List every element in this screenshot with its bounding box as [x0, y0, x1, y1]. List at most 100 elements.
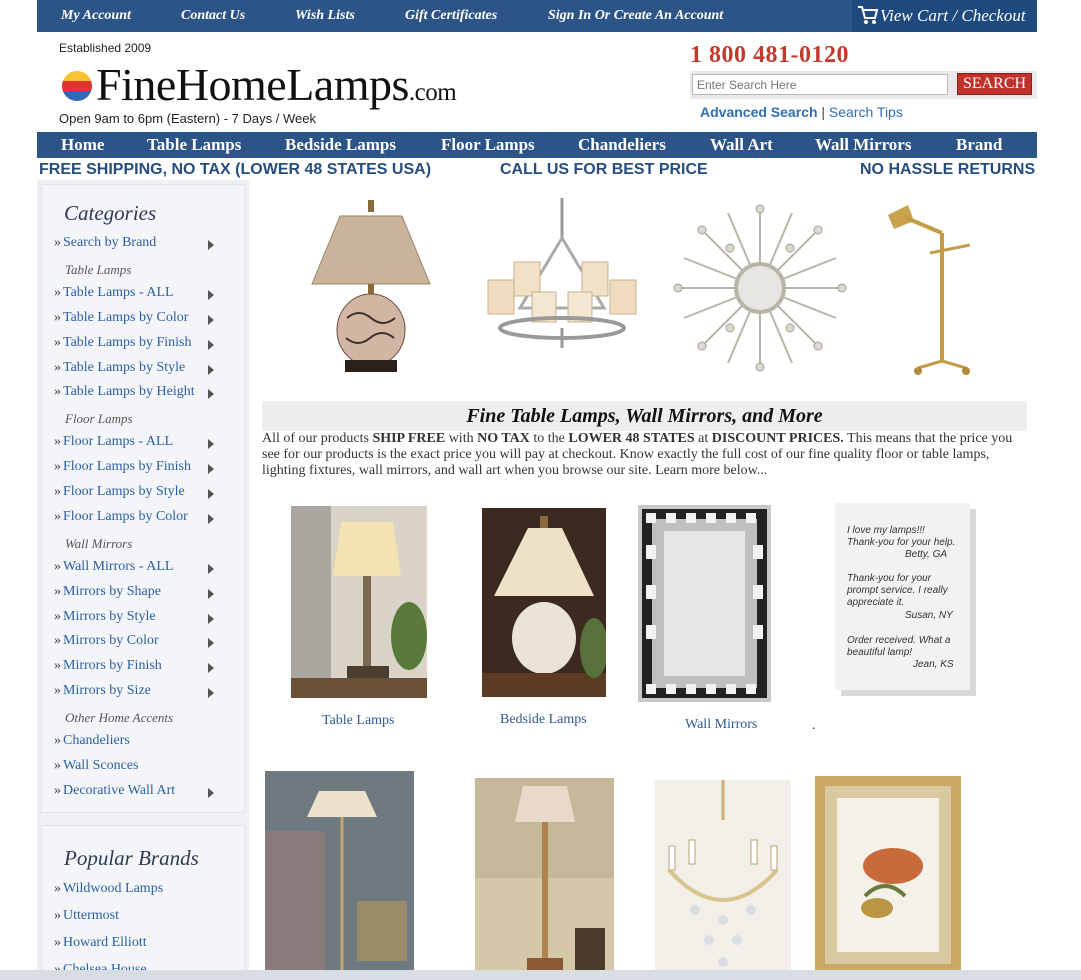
- logo-ball-icon[interactable]: [62, 71, 92, 101]
- category-link[interactable]: » Table Lamps by Height: [54, 384, 195, 400]
- wall-mirrors-image[interactable]: [638, 505, 771, 702]
- category-link[interactable]: » Wall Mirrors - ALL: [54, 559, 173, 575]
- double-arrow-icon: »: [54, 459, 61, 475]
- double-arrow-icon: »: [54, 508, 61, 524]
- category-link[interactable]: » Table Lamps by Style: [54, 360, 185, 376]
- category-link[interactable]: » Table Lamps - ALL: [54, 285, 174, 301]
- brand-link[interactable]: » Howard Elliott: [54, 935, 147, 951]
- chandelier-product-image[interactable]: [655, 780, 791, 980]
- logo-main: FineHomeLamps: [96, 59, 409, 110]
- category-link-label: Mirrors by Size: [63, 683, 151, 699]
- category-link-label: Decorative Wall Art: [63, 782, 176, 798]
- welcome-bar: Fine Table Lamps, Wall Mirrors, and More: [262, 401, 1027, 431]
- nav-home[interactable]: Home: [61, 135, 104, 155]
- category-link[interactable]: » Decorative Wall Art: [54, 783, 175, 799]
- expand-arrow-icon[interactable]: [208, 663, 214, 674]
- nav-brand[interactable]: Brand: [956, 135, 1002, 155]
- expand-arrow-icon[interactable]: [208, 489, 214, 499]
- hero-sunburst-mirror-image[interactable]: [670, 203, 850, 373]
- category-link-label: Table Lamps by Height: [63, 384, 195, 400]
- category-link[interactable]: » Floor Lamps by Style: [54, 484, 185, 500]
- category-link[interactable]: » Search by Brand: [54, 235, 156, 251]
- expand-arrow-icon[interactable]: [208, 613, 214, 624]
- view-cart-button[interactable]: View Cart / Checkout: [852, 0, 1037, 32]
- nav-table-lamps[interactable]: Table Lamps: [147, 135, 241, 155]
- brand-link-label: Howard Elliott: [63, 935, 147, 950]
- expand-arrow-icon[interactable]: [208, 389, 214, 400]
- page-bottom-edge: [0, 970, 1081, 980]
- search-input[interactable]: [692, 74, 948, 95]
- wall-mirrors-link[interactable]: Wall Mirrors: [685, 717, 757, 733]
- wall-art-product-image[interactable]: [815, 776, 961, 974]
- expand-arrow-icon[interactable]: [208, 364, 214, 375]
- expand-arrow-icon[interactable]: [208, 464, 214, 475]
- bedside-lamps-image[interactable]: [482, 508, 606, 697]
- category-link[interactable]: » Mirrors by Color: [54, 633, 159, 649]
- expand-arrow-icon[interactable]: [208, 339, 214, 350]
- category-link[interactable]: » Wall Sconces: [54, 758, 138, 774]
- category-link[interactable]: » Mirrors by Finish: [54, 658, 162, 674]
- bedside-lamps-link[interactable]: Bedside Lamps: [500, 712, 587, 728]
- nav-chandeliers[interactable]: Chandeliers: [578, 135, 666, 155]
- double-arrow-icon: »: [54, 359, 61, 375]
- category-link[interactable]: » Chandeliers: [54, 733, 130, 749]
- category-link[interactable]: » Table Lamps by Color: [54, 310, 188, 326]
- category-link-label: Floor Lamps by Finish: [63, 459, 191, 475]
- double-arrow-icon: »: [54, 583, 61, 599]
- expand-arrow-icon[interactable]: [208, 314, 214, 325]
- sign-in-link[interactable]: Sign In Or Create An Account: [548, 8, 723, 24]
- expand-arrow-icon[interactable]: [208, 289, 214, 300]
- expand-arrow-icon[interactable]: [208, 439, 214, 450]
- separator: |: [821, 104, 826, 120]
- buffet-lamp-product-image[interactable]: [475, 778, 614, 980]
- intro-text: to the: [529, 431, 569, 446]
- main-nav: Home Table Lamps Bedside Lamps Floor Lam…: [37, 132, 1037, 158]
- expand-arrow-icon[interactable]: [208, 787, 214, 798]
- category-link[interactable]: » Table Lamps by Finish: [54, 335, 192, 351]
- nav-wall-mirrors[interactable]: Wall Mirrors: [815, 135, 911, 155]
- testimonial-author: Jean, KS: [913, 659, 954, 670]
- double-arrow-icon: »: [54, 334, 61, 350]
- category-link[interactable]: » Floor Lamps by Color: [54, 509, 188, 525]
- expand-arrow-icon[interactable]: [208, 688, 214, 699]
- category-link[interactable]: » Floor Lamps by Finish: [54, 459, 191, 475]
- expand-arrow-icon[interactable]: [208, 588, 214, 599]
- category-link-label: Table Lamps by Style: [63, 359, 186, 375]
- contact-us-link[interactable]: Contact Us: [181, 8, 245, 24]
- double-arrow-icon: »: [54, 683, 61, 699]
- table-lamps-link[interactable]: Table Lamps: [322, 713, 395, 729]
- brand-link[interactable]: » Uttermost: [54, 908, 119, 924]
- my-account-link[interactable]: My Account: [61, 8, 131, 24]
- hero-chandelier-image[interactable]: [480, 198, 645, 350]
- promo-call-us: CALL US FOR BEST PRICE: [500, 161, 708, 178]
- category-link-label: Mirrors by Finish: [63, 658, 162, 674]
- expand-arrow-icon[interactable]: [208, 240, 214, 250]
- gift-certificates-link[interactable]: Gift Certificates: [405, 8, 497, 24]
- category-link[interactable]: » Mirrors by Style: [54, 609, 156, 625]
- expand-arrow-icon[interactable]: [208, 513, 214, 524]
- nav-wall-art[interactable]: Wall Art: [710, 135, 773, 155]
- category-heading: Other Home Accents: [65, 710, 174, 726]
- wish-lists-link[interactable]: Wish Lists: [295, 8, 355, 24]
- expand-arrow-icon[interactable]: [208, 563, 214, 574]
- intro-emphasis: DISCOUNT PRICES.: [711, 431, 844, 446]
- site-logo[interactable]: FineHomeLamps.com: [96, 58, 457, 111]
- expand-arrow-icon[interactable]: [208, 638, 214, 649]
- category-link[interactable]: » Mirrors by Size: [54, 683, 151, 699]
- hero-floor-lamp-image[interactable]: [880, 203, 975, 378]
- category-link[interactable]: » Floor Lamps - ALL: [54, 434, 173, 450]
- table-lamps-image[interactable]: [291, 506, 427, 698]
- double-arrow-icon: »: [54, 658, 61, 674]
- hero-table-lamp-image[interactable]: [310, 198, 435, 378]
- search-links: Advanced Search | Search Tips: [700, 104, 903, 120]
- category-heading: Table Lamps: [65, 261, 132, 277]
- search-tips-link[interactable]: Search Tips: [829, 104, 903, 120]
- nav-floor-lamps[interactable]: Floor Lamps: [441, 135, 535, 155]
- search-button[interactable]: SEARCH: [957, 73, 1032, 95]
- floor-lamp-product-image[interactable]: [265, 771, 414, 980]
- category-link[interactable]: » Mirrors by Shape: [54, 584, 161, 600]
- brand-link[interactable]: » Wildwood Lamps: [54, 881, 163, 897]
- nav-bedside-lamps[interactable]: Bedside Lamps: [285, 135, 396, 155]
- advanced-search-link[interactable]: Advanced Search: [700, 104, 818, 120]
- category-link-label: Floor Lamps by Style: [63, 484, 185, 499]
